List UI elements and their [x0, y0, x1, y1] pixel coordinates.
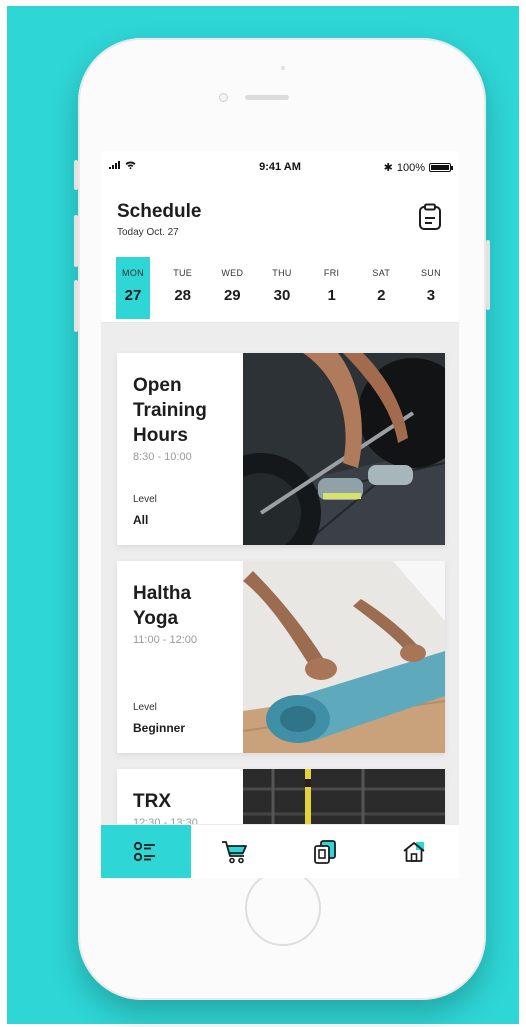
class-time: 8:30 - 10:00: [133, 451, 192, 463]
day-name: TUE: [173, 268, 193, 278]
day-wed[interactable]: WED 29: [215, 257, 249, 319]
week-day-selector: MON 27 TUE 28 WED 29 THU 30 FRI 1 SAT 2: [116, 257, 448, 319]
documents-icon: [313, 839, 336, 864]
day-number: 2: [377, 287, 386, 304]
day-name: MON: [122, 268, 144, 278]
front-camera: [219, 93, 228, 102]
day-number: 1: [327, 287, 336, 304]
day-number: 29: [223, 287, 241, 304]
weightlifting-photo: [243, 353, 445, 545]
day-name: THU: [272, 268, 292, 278]
day-mon[interactable]: MON 27: [116, 257, 150, 319]
class-card-haltha-yoga[interactable]: Haltha Yoga 11:00 - 12:00 Level Beginner: [117, 561, 445, 753]
clipboard-icon[interactable]: [417, 203, 443, 231]
day-number: 28: [174, 287, 191, 304]
battery-percent: 100%: [396, 161, 425, 174]
level-value: All: [133, 513, 149, 527]
schedule-list-icon: [133, 841, 155, 861]
page-subtitle: Today Oct. 27: [117, 227, 179, 238]
bluetooth-icon: ✱: [383, 162, 393, 174]
day-sun[interactable]: SUN 3: [414, 257, 448, 319]
phone-side-button: [74, 160, 78, 190]
class-title: Haltha Yoga: [133, 583, 192, 629]
phone-side-button: [74, 280, 78, 332]
home-icon: [403, 841, 425, 862]
day-name: SAT: [372, 268, 391, 278]
phone-home-button[interactable]: [245, 870, 321, 946]
app-screen: 9:41 AM ✱ 100% Schedule Today Oct. 27 MO…: [101, 151, 459, 878]
bottom-tab-bar: [101, 824, 459, 878]
status-bar: 9:41 AM ✱ 100%: [101, 151, 459, 183]
day-thu[interactable]: THU 30: [265, 257, 299, 319]
tab-documents[interactable]: [280, 825, 370, 878]
class-time: 11:00 - 12:00: [133, 634, 198, 646]
phone-side-button: [74, 215, 78, 267]
class-title: TRX: [133, 791, 171, 812]
day-sat[interactable]: SAT 2: [364, 257, 398, 319]
level-label: Level: [133, 494, 157, 505]
phone-power-button: [486, 240, 490, 310]
battery-icon: [429, 163, 453, 172]
phone-sensor: [281, 66, 285, 70]
day-tue[interactable]: TUE 28: [166, 257, 200, 319]
class-title: Open Training Hours: [133, 375, 207, 446]
level-label: Level: [133, 702, 157, 713]
day-number: 3: [426, 287, 436, 304]
tab-cart[interactable]: [191, 825, 281, 878]
level-value: Beginner: [133, 721, 186, 735]
day-name: FRI: [323, 268, 340, 278]
day-name: SUN: [420, 268, 441, 278]
tab-schedule[interactable]: [101, 825, 191, 878]
day-name: WED: [221, 268, 244, 278]
day-number: 30: [273, 287, 291, 304]
day-fri[interactable]: FRI 1: [315, 257, 349, 319]
day-number: 27: [124, 287, 142, 304]
page-title: Schedule: [117, 201, 202, 222]
schedule-header: Schedule Today Oct. 27 MON 27 TUE 28 WED…: [101, 183, 459, 323]
yoga-mat-photo: [243, 561, 445, 753]
shopping-cart-icon: [222, 840, 248, 863]
tab-home[interactable]: [370, 825, 460, 878]
phone-earpiece: [245, 95, 289, 100]
class-card-open-training[interactable]: Open Training Hours 8:30 - 10:00 Level A…: [117, 353, 445, 545]
